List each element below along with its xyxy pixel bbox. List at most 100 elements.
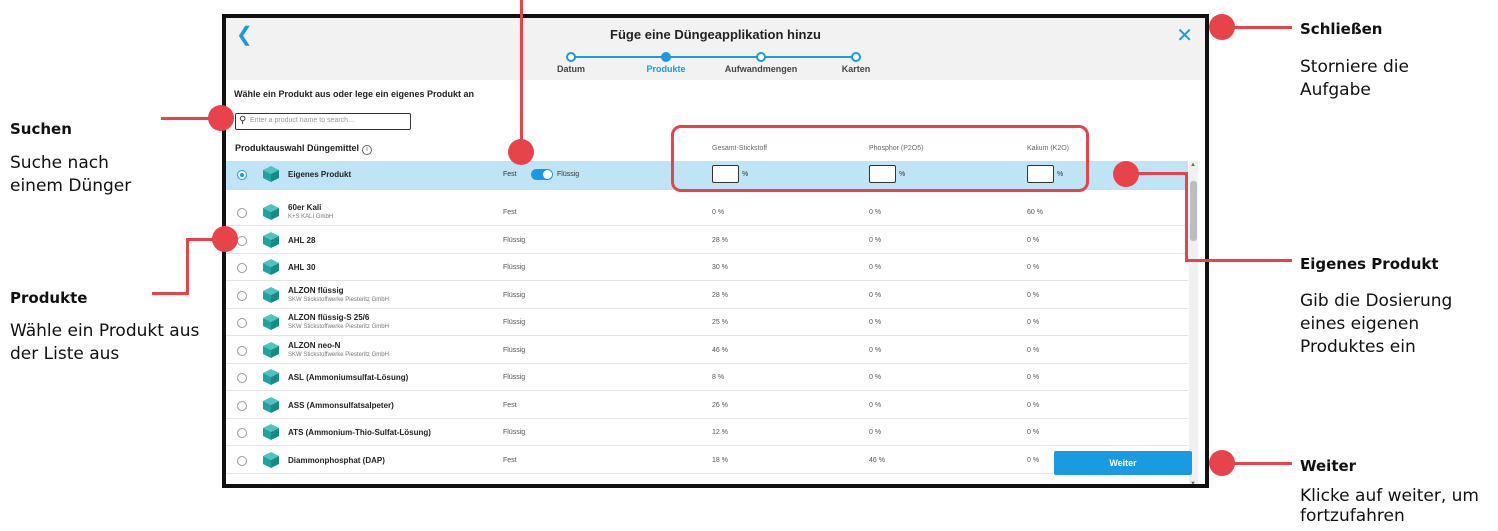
annotation-title-close: Schließen <box>1300 20 1383 38</box>
product-type: Flüssig <box>503 319 526 326</box>
product-row[interactable]: AHL 28 Flüssig 28 % 0 % 0 % <box>226 227 1188 254</box>
product-row[interactable]: 60er Kali K+S KALI GmbH Fest 0 % 0 % 60 % <box>226 199 1188 226</box>
product-radio[interactable] <box>237 290 247 301</box>
step-dot-aufwandmengen[interactable] <box>756 52 766 62</box>
annotation-line-own-c <box>1185 259 1292 262</box>
product-radio[interactable] <box>237 373 247 383</box>
product-maker: SKW Stickstoffwerke Piesteritz GmbH <box>288 296 389 303</box>
product-nitrogen: 26 % <box>712 401 728 409</box>
product-nitrogen: 12 % <box>712 429 728 436</box>
list-heading-label: Produktauswahl Düngemittel <box>235 143 360 153</box>
scroll-up-icon[interactable]: ▲ <box>1190 162 1196 168</box>
annotation-line-products-b <box>186 238 189 295</box>
step-dot-produkte[interactable] <box>661 52 671 62</box>
search-input[interactable]: ⚲ Enter a product name to search... <box>235 113 411 130</box>
info-icon[interactable]: i <box>362 145 373 155</box>
close-icon[interactable]: ✕ <box>1176 23 1193 48</box>
product-row[interactable]: ASL (Ammoniumsulfat-Lösung) Flüssig 8 % 0 %… <box>226 364 1188 391</box>
product-radio[interactable] <box>237 318 247 328</box>
product-row[interactable]: ASS (Ammonsulfatsalpeter) Fest 26 % 0 % 0 % <box>226 392 1188 419</box>
product-type: Fest <box>503 209 517 216</box>
dialog-header: ❮ Füge eine Düngeapplikation hinzu ✕ Dat… <box>226 18 1205 80</box>
product-name: ALZON neo-N <box>288 340 341 350</box>
product-box-icon <box>263 424 279 440</box>
product-radio[interactable] <box>237 455 247 466</box>
stepper: Datum Produkte Aufwandmengen Karten <box>557 52 870 74</box>
step-label-aufwandmengen[interactable]: Aufwandmengen <box>716 64 806 74</box>
product-kalium: 0 % <box>1027 429 1040 436</box>
product-row[interactable]: Diammonphosphat (DAP) Fest 18 % 46 % 0 % <box>226 447 1188 474</box>
product-maker: K+S KALI GmbH <box>288 214 334 220</box>
product-type: Flüssig <box>503 264 526 271</box>
stepper-line <box>571 56 861 58</box>
product-name: Diammonphosphat (DAP) <box>288 455 385 465</box>
product-type: Fest <box>503 456 517 464</box>
product-row[interactable]: ALZON flüssig-S 25/6 SKW Stickstoffwerke … <box>226 309 1188 336</box>
product-radio[interactable] <box>237 400 247 411</box>
annotation-title-next: Weiter <box>1300 457 1357 475</box>
product-nitrogen: 28 % <box>712 291 728 299</box>
product-box-icon <box>263 286 279 303</box>
product-list: Eigenes Produkt Fest Flüssig % % % 60er … <box>226 161 1188 484</box>
product-type: Flüssig <box>503 374 526 381</box>
product-box-icon <box>263 369 279 385</box>
product-nitrogen: 8 % <box>712 374 725 381</box>
annotation-dot-toggle <box>508 139 534 165</box>
product-nitrogen: 28 % <box>712 236 728 244</box>
step-dot-karten[interactable] <box>851 52 861 62</box>
product-name: AHL 30 <box>288 263 316 272</box>
product-row[interactable]: AHL 30 Flüssig 30 % 0 % 0 % <box>226 254 1188 281</box>
product-phosphor: 0 % <box>869 291 882 299</box>
product-radio[interactable] <box>237 235 247 246</box>
product-kalium: 0 % <box>1027 236 1040 244</box>
step-dot-datum[interactable] <box>566 52 576 62</box>
product-row[interactable]: ALZON neo-N SKW Stickstoffwerke Piesterit… <box>226 337 1188 364</box>
annotation-desc-close: Storniere die Aufgabe <box>1300 57 1409 100</box>
product-phosphor: 46 % <box>869 456 885 464</box>
product-name: ASL (Ammoniumsulfat-Lösung) <box>288 373 409 382</box>
annotation-dot-own-product <box>1113 161 1139 187</box>
product-phosphor: 0 % <box>869 209 882 216</box>
product-row[interactable]: ATS (Ammonium-Thio-Sulfat-Lösung) Flüssig… <box>226 419 1188 446</box>
step-label-datum[interactable]: Datum <box>526 64 616 74</box>
scroll-thumb[interactable] <box>1190 181 1197 241</box>
product-name: ASS (Ammonsulfatsalpeter) <box>288 400 394 410</box>
product-box-icon <box>263 259 279 275</box>
product-box-icon <box>263 451 279 468</box>
own-product-name: Eigenes Produkt <box>288 170 352 179</box>
product-phosphor: 0 % <box>869 264 882 271</box>
product-radio[interactable] <box>237 345 247 356</box>
product-phosphor: 0 % <box>869 236 882 244</box>
product-type: Flüssig <box>503 291 526 299</box>
next-button[interactable]: Weiter <box>1054 451 1192 475</box>
annotation-line-toggle <box>520 0 523 140</box>
product-box-icon <box>263 396 279 413</box>
product-row[interactable]: ALZON flüssig SKW Stickstoffwerke Piester… <box>226 282 1188 309</box>
product-kalium: 0 % <box>1027 401 1040 409</box>
annotation-desc-search: Suche nach einem Dünger <box>10 153 132 196</box>
product-kalium: 0 % <box>1027 456 1040 464</box>
step-label-karten[interactable]: Karten <box>811 64 901 74</box>
annotation-dot-products <box>212 226 238 252</box>
state-toggle[interactable] <box>531 169 553 180</box>
product-type: Fest <box>503 401 517 409</box>
product-name: ALZON flüssig <box>288 285 344 295</box>
annotation-desc-next: Klicke auf weiter, um fortzufahren <box>1300 486 1479 526</box>
product-type: Flüssig <box>503 429 526 436</box>
product-kalium: 0 % <box>1027 374 1040 381</box>
annotation-dot-next <box>1209 450 1235 476</box>
product-nitrogen: 30 % <box>712 264 728 271</box>
list-scrollbar[interactable]: ▲ ▼ <box>1189 161 1198 484</box>
annotation-title-products: Produkte <box>10 289 88 307</box>
product-kalium: 0 % <box>1027 346 1040 354</box>
product-type: Flüssig <box>503 346 526 354</box>
scroll-down-icon[interactable]: ▼ <box>1190 481 1196 484</box>
annotation-desc-products: Wähle ein Produkt aus der Liste aus <box>10 321 200 364</box>
step-label-produkte[interactable]: Produkte <box>621 64 711 74</box>
product-radio[interactable] <box>237 263 247 273</box>
radio-own-product[interactable] <box>237 170 247 180</box>
annotation-line-own-b <box>1185 172 1188 262</box>
product-radio[interactable] <box>237 208 247 218</box>
product-radio[interactable] <box>237 428 247 438</box>
product-kalium: 0 % <box>1027 264 1040 271</box>
